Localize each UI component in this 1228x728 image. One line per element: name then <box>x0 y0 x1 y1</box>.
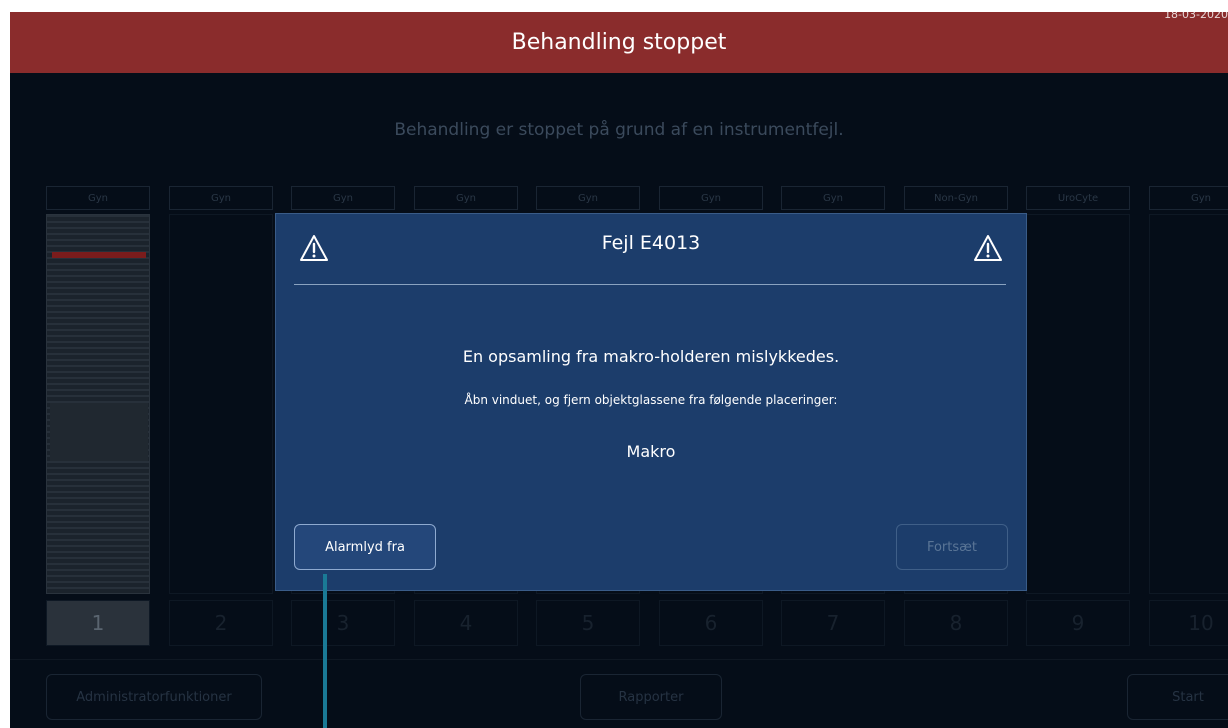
warning-triangle-icon <box>973 234 1003 262</box>
continue-button[interactable]: Fortsæt <box>896 524 1008 570</box>
callout-pointer-line <box>323 574 327 728</box>
error-dialog: Fejl E4013 En opsamling fra makro-holder… <box>275 213 1027 591</box>
rack-9[interactable]: UroCyte 9 <box>1026 186 1130 648</box>
bottom-bar: Administratorfunktioner Rapporter Start <box>10 659 1228 728</box>
rack-slots <box>46 214 150 594</box>
rack-number: 6 <box>659 600 763 646</box>
rack-10[interactable]: Gyn 10 <box>1149 186 1228 648</box>
rack-label: Gyn <box>659 186 763 210</box>
rack-label: Gyn <box>536 186 640 210</box>
rack-number: 2 <box>169 600 273 646</box>
rack-number: 8 <box>904 600 1008 646</box>
slot-empty-region <box>50 403 148 461</box>
slot-error-indicator <box>52 252 146 258</box>
rack-label: Gyn <box>291 186 395 210</box>
rack-2[interactable]: Gyn 2 <box>169 186 273 648</box>
rack-number: 3 <box>291 600 395 646</box>
rack-number: 7 <box>781 600 885 646</box>
rack-label: Non-Gyn <box>904 186 1008 210</box>
rack-number: 5 <box>536 600 640 646</box>
rack-number: 9 <box>1026 600 1130 646</box>
rack-slots <box>169 214 273 594</box>
date-stamp: 18-03-2020 <box>1164 12 1228 21</box>
admin-functions-button[interactable]: Administratorfunktioner <box>46 674 262 720</box>
rack-number: 4 <box>414 600 518 646</box>
rack-label: Gyn <box>46 186 150 210</box>
dialog-divider <box>294 284 1006 285</box>
status-message: Behandling er stoppet på grund af en ins… <box>394 120 844 140</box>
dialog-message: En opsamling fra makro-holderen mislykke… <box>462 347 840 366</box>
rack-label: UroCyte <box>1026 186 1130 210</box>
rack-label: Gyn <box>781 186 885 210</box>
dialog-title: Fejl E4013 <box>601 232 701 254</box>
title-bar: Behandling stoppet 18-03-2020 <box>10 12 1228 73</box>
app-screen: Behandling stoppet 18-03-2020 Behandling… <box>10 12 1228 728</box>
dialog-instruction: Åbn vinduet, og fjern objektglassene fra… <box>464 393 838 407</box>
rack-number: 1 <box>46 600 150 646</box>
start-button[interactable]: Start <box>1127 674 1228 720</box>
alarm-off-button[interactable]: Alarmlyd fra <box>294 524 436 570</box>
reports-button[interactable]: Rapporter <box>580 674 722 720</box>
rack-label: Gyn <box>414 186 518 210</box>
rack-number: 10 <box>1149 600 1228 646</box>
rack-label: Gyn <box>169 186 273 210</box>
dialog-location: Makro <box>626 442 676 461</box>
rack-label: Gyn <box>1149 186 1228 210</box>
rack-slots <box>1149 214 1228 594</box>
rack-slots <box>1026 214 1130 594</box>
rack-1[interactable]: Gyn 1 <box>46 186 150 648</box>
page-title: Behandling stoppet <box>511 30 727 55</box>
